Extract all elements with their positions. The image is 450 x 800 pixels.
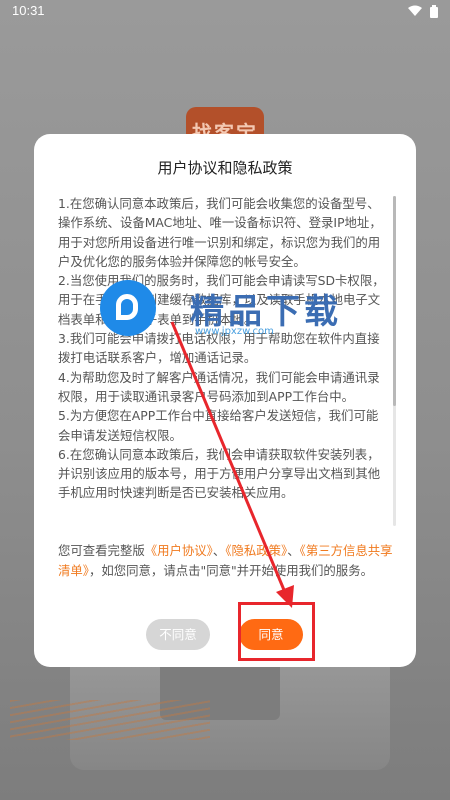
terms-item: 1.在您确认同意本政策后，我们可能会收集您的设备型号、操作系统、设备MAC地址、… — [58, 196, 382, 269]
status-time: 10:31 — [12, 3, 45, 18]
status-bar: 10:31 — [0, 0, 450, 24]
summary-separator: 、 — [212, 543, 226, 558]
agreement-summary: 您可查看完整版《用户协议》、《隐私政策》、《第三方信息共享清单》，如您同意，请点… — [58, 541, 394, 580]
watermark-p-icon — [116, 294, 138, 320]
watermark: 精品下载 www.jpxzw.com — [100, 280, 360, 350]
wifi-icon — [408, 5, 422, 16]
privacy-dialog: 用户协议和隐私政策 1.在您确认同意本政策后，我们可能会收集您的设备型号、操作系… — [34, 134, 416, 667]
watermark-url: www.jpxzw.com — [195, 326, 274, 337]
summary-prefix: 您可查看完整版 — [58, 543, 145, 558]
terms-item: 6.在您确认同意本政策后，我们会申请获取软件安装列表，并识别该应用的版本号，用于… — [58, 446, 381, 501]
summary-separator: 、 — [287, 543, 300, 558]
terms-item: 5.为方便您在APP工作台中直接给客户发送短信，我们可能会申请发送短信权限。 — [58, 408, 379, 443]
terms-scroll-area[interactable]: 1.在您确认同意本政策后，我们可能会收集您的设备型号、操作系统、设备MAC地址、… — [54, 194, 398, 660]
user-agreement-link[interactable]: 《用户协议》 — [145, 543, 213, 558]
battery-icon — [430, 5, 438, 18]
scrollbar-thumb[interactable] — [393, 196, 396, 406]
background-stripes — [10, 700, 210, 740]
privacy-policy-link[interactable]: 《隐私政策》 — [225, 543, 287, 558]
disagree-button[interactable]: 不同意 — [146, 619, 210, 650]
watermark-logo-icon — [100, 280, 156, 336]
terms-text[interactable]: 1.在您确认同意本政策后，我们可能会收集您的设备型号、操作系统、设备MAC地址、… — [58, 194, 386, 524]
terms-item: 4.为帮助您及时了解客户通话情况，我们可能会申请通讯录权限，用于读取通讯录客户号… — [58, 369, 380, 404]
summary-suffix: ，如您同意，请点击"同意"并开始使用我们的服务。 — [88, 562, 373, 578]
status-icons — [408, 5, 438, 18]
annotation-highlight-box — [238, 602, 315, 661]
terms-scrollbar[interactable] — [393, 196, 396, 526]
dialog-title: 用户协议和隐私政策 — [157, 159, 293, 177]
